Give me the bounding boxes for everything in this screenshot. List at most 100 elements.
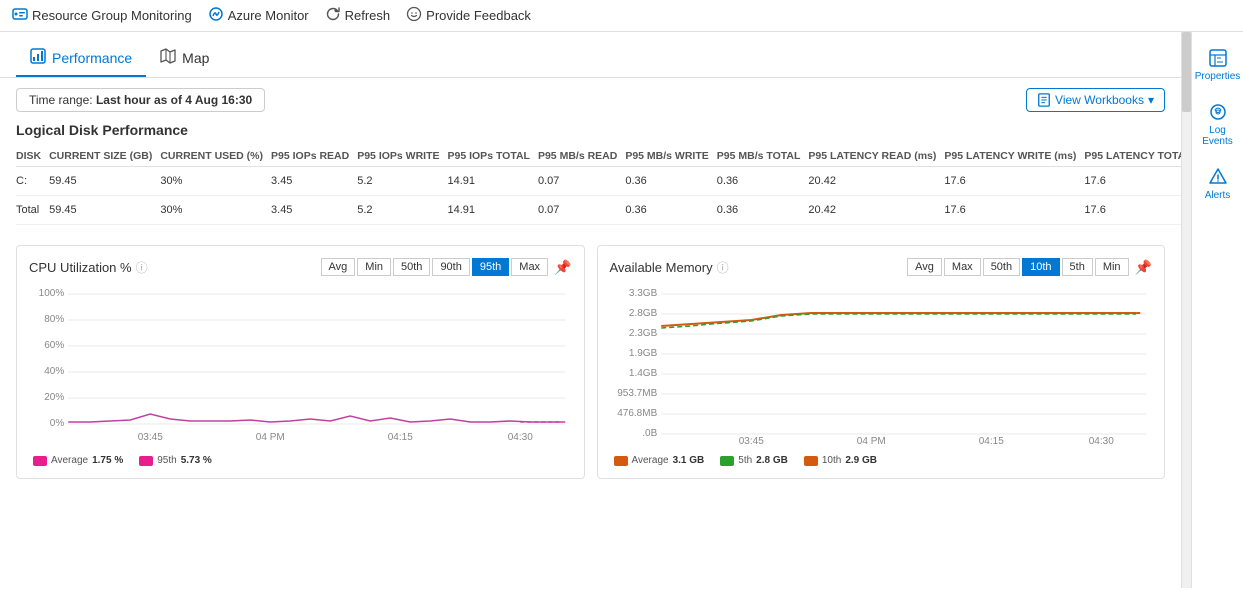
- svg-text:1.9GB: 1.9GB: [628, 348, 657, 359]
- tab-performance[interactable]: Performance: [16, 40, 146, 77]
- svg-text:476.8MB: 476.8MB: [617, 408, 657, 419]
- memory-avg-swatch: [614, 456, 628, 466]
- view-workbooks-button[interactable]: View Workbooks ▾: [1026, 88, 1165, 112]
- col-current-size: CURRENT SIZE (GB): [49, 146, 160, 167]
- col-p95-mbs-total: P95 MB/s TOTAL: [717, 146, 809, 167]
- cpu-95th-swatch: [139, 456, 153, 466]
- svg-text:04:15: 04:15: [388, 432, 413, 443]
- map-tab-label: Map: [182, 50, 209, 66]
- disk-cell-9: 20.42: [808, 196, 944, 225]
- cpu-chart-header: CPU Utilization % ⓘ AvgMin50th90th95thMa…: [29, 258, 572, 276]
- memory-legend-5th: 5th 2.8 GB: [720, 455, 788, 466]
- cpu-avg-swatch: [33, 456, 47, 466]
- main-wrapper: Performance Map Time range: Last hour as…: [0, 32, 1243, 588]
- disk-cell-8: 0.36: [717, 167, 809, 196]
- memory-btn-10th[interactable]: 10th: [1022, 258, 1059, 276]
- cpu-btn-min[interactable]: Min: [357, 258, 391, 276]
- memory-chart-title: Available Memory ⓘ: [610, 259, 729, 276]
- svg-text:2.8GB: 2.8GB: [628, 308, 657, 319]
- cpu-chart-buttons: AvgMin50th90th95thMax: [321, 258, 549, 276]
- col-p95-lat-total: P95 LATENCY TOTAL (r...: [1084, 146, 1181, 167]
- memory-chart-buttons: AvgMax50th10th5thMin: [907, 258, 1128, 276]
- svg-text:03:45: 03:45: [738, 436, 763, 446]
- cpu-btn-50th[interactable]: 50th: [393, 258, 430, 276]
- map-tab-icon: [160, 48, 176, 67]
- refresh-icon: [325, 6, 341, 25]
- cpu-pin-icon[interactable]: 📌: [554, 259, 571, 276]
- svg-text:60%: 60%: [44, 340, 64, 351]
- disk-cell-5: 14.91: [448, 196, 538, 225]
- memory-chart-legend: Average 3.1 GB 5th 2.8 GB 10th 2.9 GB: [610, 455, 1153, 466]
- col-p95-iops-write: P95 IOPs WRITE: [357, 146, 447, 167]
- disk-cell-9: 20.42: [808, 167, 944, 196]
- svg-text:03:45: 03:45: [138, 432, 163, 443]
- svg-text:40%: 40%: [44, 366, 64, 377]
- cpu-info-icon: ⓘ: [136, 259, 148, 276]
- disk-cell-0: C:: [16, 167, 49, 196]
- sidebar-log-events-button[interactable]: Log Events: [1192, 94, 1243, 155]
- time-range-value: Last hour as of 4 Aug 16:30: [96, 93, 252, 107]
- svg-text:0%: 0%: [50, 418, 65, 429]
- svg-text:80%: 80%: [44, 314, 64, 325]
- content-area: Performance Map Time range: Last hour as…: [0, 32, 1181, 588]
- cpu-btn-avg[interactable]: Avg: [321, 258, 356, 276]
- resource-group-icon: [12, 6, 28, 25]
- svg-text:04 PM: 04 PM: [256, 432, 285, 443]
- disk-cell-11: 17.6: [1084, 167, 1181, 196]
- disk-cell-2: 30%: [160, 167, 271, 196]
- nav-resource-group[interactable]: Resource Group Monitoring: [12, 6, 192, 25]
- disk-cell-11: 17.6: [1084, 196, 1181, 225]
- disk-cell-7: 0.36: [625, 167, 716, 196]
- memory-legend-10th: 10th 2.9 GB: [804, 455, 877, 466]
- cpu-btn-95th[interactable]: 95th: [472, 258, 509, 276]
- col-p95-lat-write: P95 LATENCY WRITE (ms): [944, 146, 1084, 167]
- cpu-title-text: CPU Utilization %: [29, 260, 132, 275]
- tab-map[interactable]: Map: [146, 40, 223, 77]
- memory-pin-icon[interactable]: 📌: [1135, 259, 1152, 276]
- cpu-btn-max[interactable]: Max: [511, 258, 548, 276]
- svg-text:04:30: 04:30: [1088, 436, 1113, 446]
- nav-refresh[interactable]: Refresh: [325, 6, 391, 25]
- memory-chart-svg: 3.3GB 2.8GB 2.3GB 1.9GB 1.4GB 953.7MB 47…: [610, 286, 1153, 446]
- cpu-btn-90th[interactable]: 90th: [432, 258, 469, 276]
- memory-legend-avg: Average 3.1 GB: [614, 455, 705, 466]
- workbooks-chevron-icon: ▾: [1148, 93, 1154, 107]
- memory-btn-50th[interactable]: 50th: [983, 258, 1020, 276]
- memory-btn-max[interactable]: Max: [944, 258, 981, 276]
- disk-cell-10: 17.6: [944, 167, 1084, 196]
- memory-btn-5th[interactable]: 5th: [1062, 258, 1093, 276]
- sidebar-properties-button[interactable]: Properties: [1192, 40, 1243, 90]
- disk-table-row: Total59.4530%3.455.214.910.070.360.3620.…: [16, 196, 1181, 225]
- cpu-legend-avg: Average 1.75 %: [33, 455, 123, 466]
- disk-cell-4: 5.2: [357, 167, 447, 196]
- scroll-track[interactable]: [1181, 32, 1191, 588]
- disk-cell-4: 5.2: [357, 196, 447, 225]
- nav-azure-monitor[interactable]: Azure Monitor: [208, 6, 309, 25]
- time-range-button[interactable]: Time range: Last hour as of 4 Aug 16:30: [16, 88, 265, 112]
- sidebar-alerts-button[interactable]: Alerts: [1192, 159, 1243, 209]
- memory-btn-avg[interactable]: Avg: [907, 258, 942, 276]
- disk-cell-5: 14.91: [448, 167, 538, 196]
- right-sidebar: Properties Log Events Alerts: [1191, 32, 1243, 588]
- memory-chart-controls: AvgMax50th10th5thMin 📌: [907, 258, 1152, 276]
- disk-cell-1: 59.45: [49, 196, 160, 225]
- cpu-chart-controls: AvgMin50th90th95thMax 📌: [321, 258, 572, 276]
- scroll-thumb[interactable]: [1182, 32, 1191, 112]
- nav-feedback[interactable]: Provide Feedback: [406, 6, 531, 25]
- svg-text:20%: 20%: [44, 392, 64, 403]
- cpu-chart-svg: 100% 80% 60% 40% 20% 0% 03:45 04 PM: [29, 286, 572, 446]
- disk-cell-0: Total: [16, 196, 49, 225]
- log-events-icon: [1208, 102, 1228, 122]
- properties-label: Properties: [1195, 71, 1241, 82]
- memory-10th-swatch: [804, 456, 818, 466]
- memory-chart-card: Available Memory ⓘ AvgMax50th10th5thMin …: [597, 245, 1166, 479]
- memory-btn-min[interactable]: Min: [1095, 258, 1129, 276]
- col-disk: DISK: [16, 146, 49, 167]
- workbooks-icon: [1037, 93, 1051, 107]
- tabs-bar: Performance Map: [0, 32, 1181, 78]
- cpu-chart-title: CPU Utilization % ⓘ: [29, 259, 148, 276]
- nav-feedback-label: Provide Feedback: [426, 8, 531, 23]
- disk-cell-7: 0.36: [625, 196, 716, 225]
- svg-text:100%: 100%: [39, 288, 65, 299]
- memory-title-text: Available Memory: [610, 260, 713, 275]
